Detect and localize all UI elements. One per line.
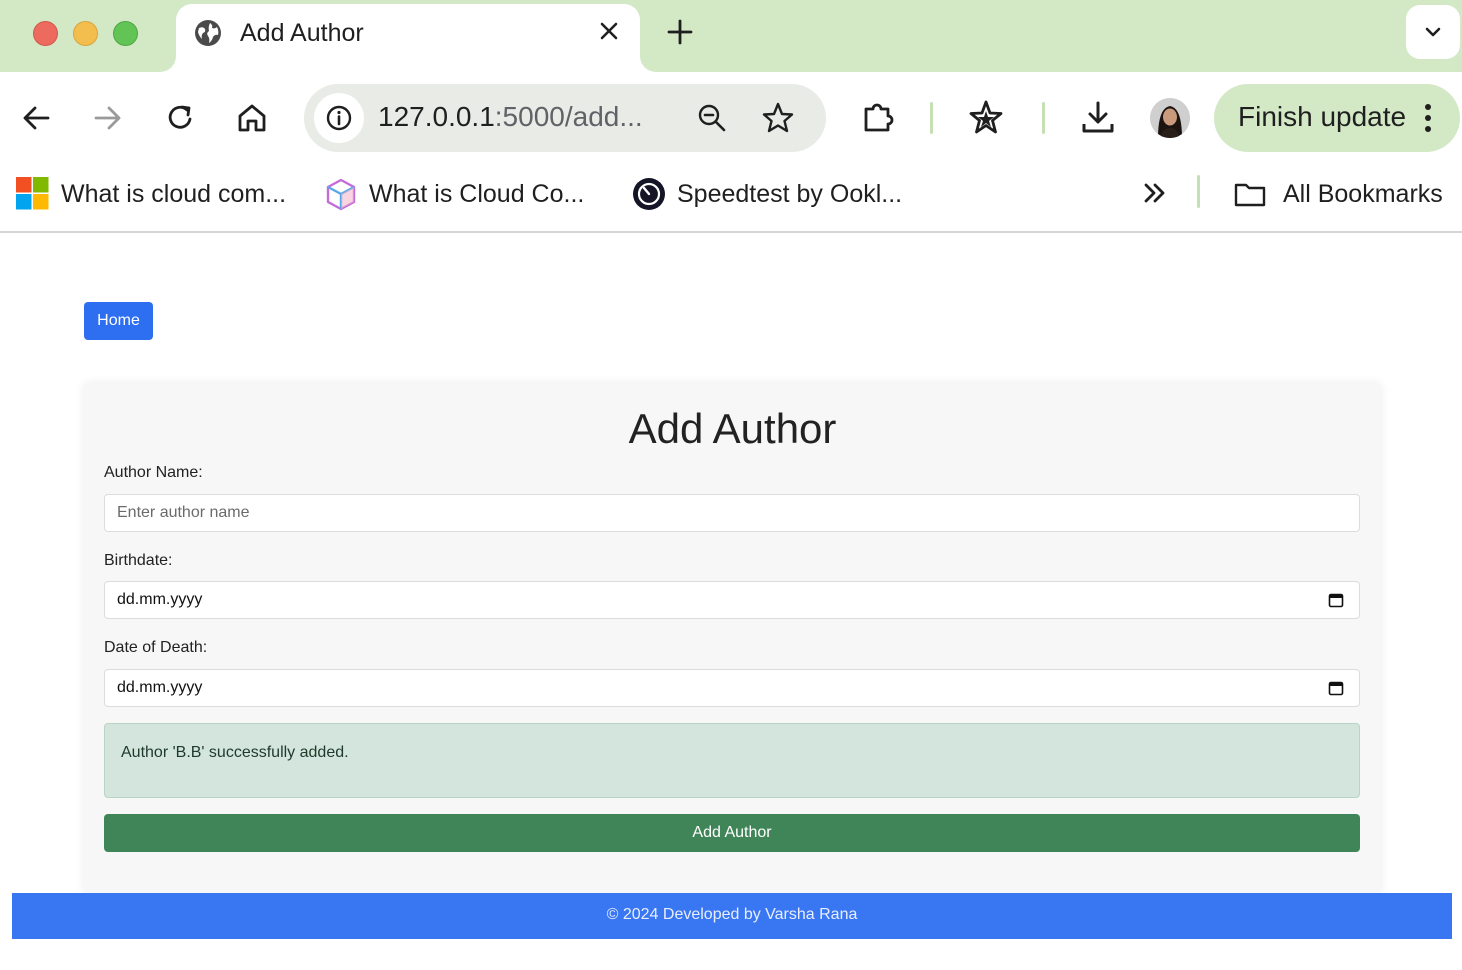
folder-icon — [1234, 183, 1266, 207]
success-alert: Author 'B.B' successfully added. — [104, 723, 1360, 798]
url-host: 127.0.0.1 — [378, 101, 495, 132]
success-message: Author 'B.B' successfully added. — [121, 744, 349, 761]
date-of-death-input[interactable]: dd.mm.yyyy — [104, 669, 1360, 707]
bookmark-label: Speedtest by Ookl... — [677, 180, 903, 208]
bookmark-item[interactable]: Speedtest by Ookl... — [632, 176, 922, 216]
tab-title: Add Author — [240, 19, 364, 47]
footer: © 2024 Developed by Varsha Rana — [12, 893, 1452, 939]
home-button[interactable]: Home — [84, 302, 153, 340]
tab-search-button[interactable] — [1406, 5, 1460, 59]
reload-icon[interactable] — [160, 98, 200, 138]
page-title: Add Author — [628, 405, 837, 452]
chevron-down-icon — [1425, 27, 1441, 37]
calendar-icon[interactable] — [1328, 680, 1344, 696]
all-bookmarks-label: All Bookmarks — [1283, 180, 1443, 208]
bookmark-item[interactable]: What is cloud com... — [16, 176, 296, 216]
finish-update-button[interactable]: Finish update — [1214, 84, 1460, 152]
calendar-icon[interactable] — [1328, 592, 1344, 608]
finish-update-label: Finish update — [1238, 101, 1407, 132]
active-tab[interactable]: Add Author — [176, 4, 640, 72]
author-name-input[interactable] — [104, 494, 1360, 532]
bookmark-label: What is cloud com... — [61, 180, 287, 208]
site-info-button[interactable] — [314, 93, 364, 143]
maximize-window-button[interactable] — [113, 21, 138, 46]
forward-arrow-icon[interactable] — [88, 98, 128, 138]
chevron-double-right-icon[interactable] — [1138, 176, 1172, 210]
back-arrow-icon[interactable] — [16, 98, 56, 138]
address-bar[interactable]: 127.0.0.1:5000/add... — [304, 84, 826, 152]
add-author-form: Add Author Author Name: Birthdate: dd.mm… — [84, 383, 1381, 893]
tab-strip: Add Author — [0, 0, 1462, 72]
minimize-window-button[interactable] — [73, 21, 98, 46]
url-text: 127.0.0.1:5000/add... — [378, 101, 643, 133]
new-tab-icon[interactable] — [664, 16, 696, 48]
microsoft-logo-icon — [16, 177, 49, 210]
url-path: :5000/add... — [494, 101, 643, 132]
close-tab-icon[interactable] — [594, 16, 624, 46]
bookmark-star-icon[interactable] — [760, 100, 796, 136]
download-icon[interactable] — [1078, 98, 1118, 138]
date-of-death-value: dd.mm.yyyy — [117, 679, 203, 696]
bookmarks-bar: What is cloud com... What is Cloud Co...… — [0, 162, 1462, 233]
birthdate-label: Birthdate: — [104, 552, 173, 569]
all-bookmarks-button[interactable]: All Bookmarks — [1233, 176, 1453, 216]
date-of-death-label: Date of Death: — [104, 639, 208, 656]
globe-icon — [195, 20, 221, 46]
bookmark-item[interactable]: What is Cloud Co... — [324, 176, 594, 216]
bookmarks-separator — [1197, 175, 1200, 208]
page-content: Home Add Author Author Name: Birthdate: … — [0, 235, 1462, 970]
extensions-puzzle-icon[interactable] — [859, 97, 899, 137]
avatar-image — [1150, 98, 1190, 138]
info-icon — [326, 105, 352, 131]
birthdate-value: dd.mm.yyyy — [117, 591, 203, 608]
zoom-out-icon[interactable] — [696, 102, 728, 134]
close-window-button[interactable] — [33, 21, 58, 46]
bookmark-label: What is Cloud Co... — [369, 180, 585, 208]
kebab-menu-icon[interactable] — [1416, 102, 1440, 134]
toolbar-separator — [1042, 102, 1045, 134]
profile-avatar[interactable] — [1150, 98, 1190, 138]
birthdate-input[interactable]: dd.mm.yyyy — [104, 581, 1360, 619]
home-icon[interactable] — [232, 98, 272, 138]
author-name-label: Author Name: — [104, 464, 203, 481]
browser-toolbar: 127.0.0.1:5000/add... Finish update — [0, 72, 1462, 162]
cube-icon — [326, 178, 356, 211]
footer-text: © 2024 Developed by Varsha Rana — [606, 906, 858, 923]
speedtest-icon — [633, 178, 665, 210]
add-author-button[interactable]: Add Author — [104, 814, 1360, 852]
reading-list-star-icon[interactable] — [966, 98, 1006, 138]
toolbar-separator — [930, 102, 933, 134]
